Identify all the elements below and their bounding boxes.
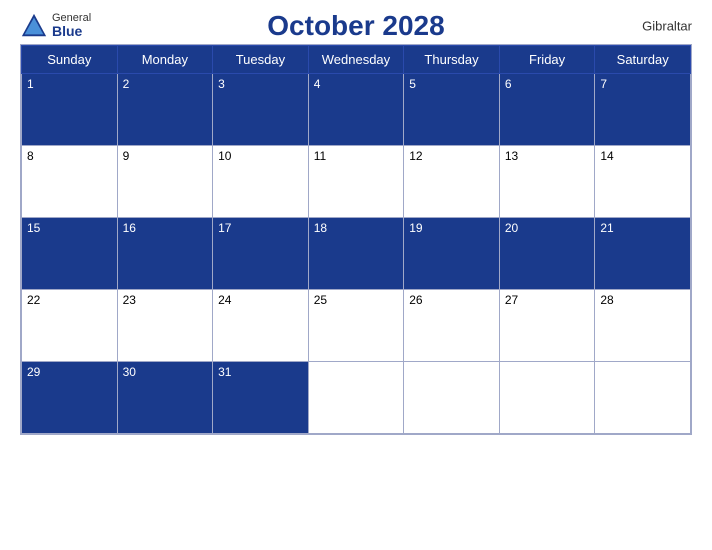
col-sunday: Sunday bbox=[22, 46, 118, 74]
day-number: 31 bbox=[218, 365, 231, 379]
calendar-day-cell: 25 bbox=[308, 290, 404, 362]
day-number: 17 bbox=[218, 221, 231, 235]
calendar-day-cell: 8 bbox=[22, 146, 118, 218]
calendar-day-cell: 6 bbox=[499, 74, 595, 146]
logo: General Blue bbox=[20, 12, 91, 40]
calendar: Sunday Monday Tuesday Wednesday Thursday… bbox=[20, 44, 692, 435]
calendar-header: General Blue October 2028 Gibraltar bbox=[20, 10, 692, 42]
calendar-day-cell: 10 bbox=[213, 146, 309, 218]
day-number: 30 bbox=[123, 365, 136, 379]
calendar-day-cell: 19 bbox=[404, 218, 500, 290]
calendar-day-cell: 13 bbox=[499, 146, 595, 218]
calendar-day-cell: 21 bbox=[595, 218, 691, 290]
calendar-day-cell: 18 bbox=[308, 218, 404, 290]
calendar-day-cell: 31 bbox=[213, 362, 309, 434]
calendar-day-cell: 17 bbox=[213, 218, 309, 290]
calendar-day-cell: 27 bbox=[499, 290, 595, 362]
day-number: 6 bbox=[505, 77, 512, 91]
day-number: 9 bbox=[123, 149, 130, 163]
calendar-week-row: 22 23 24 25 26 27 28 bbox=[22, 290, 691, 362]
calendar-day-cell: 7 bbox=[595, 74, 691, 146]
calendar-day-cell: 29 bbox=[22, 362, 118, 434]
day-number: 13 bbox=[505, 149, 518, 163]
calendar-day-cell: 14 bbox=[595, 146, 691, 218]
calendar-day-cell: 16 bbox=[117, 218, 213, 290]
calendar-day-cell: 1 bbox=[22, 74, 118, 146]
calendar-day-cell: 30 bbox=[117, 362, 213, 434]
col-thursday: Thursday bbox=[404, 46, 500, 74]
day-number: 27 bbox=[505, 293, 518, 307]
col-friday: Friday bbox=[499, 46, 595, 74]
day-number: 1 bbox=[27, 77, 34, 91]
calendar-day-cell: 24 bbox=[213, 290, 309, 362]
calendar-week-row: 15 16 17 18 19 20 21 bbox=[22, 218, 691, 290]
calendar-day-cell: 11 bbox=[308, 146, 404, 218]
day-number: 14 bbox=[600, 149, 613, 163]
day-number: 16 bbox=[123, 221, 136, 235]
day-number: 29 bbox=[27, 365, 40, 379]
day-number: 12 bbox=[409, 149, 422, 163]
day-number: 24 bbox=[218, 293, 231, 307]
calendar-week-row: 1 2 3 4 5 6 7 bbox=[22, 74, 691, 146]
calendar-day-cell: 20 bbox=[499, 218, 595, 290]
general-blue-icon bbox=[20, 12, 48, 40]
calendar-day-cell: 3 bbox=[213, 74, 309, 146]
col-saturday: Saturday bbox=[595, 46, 691, 74]
calendar-day-cell bbox=[404, 362, 500, 434]
calendar-week-row: 29 30 31 bbox=[22, 362, 691, 434]
day-number: 8 bbox=[27, 149, 34, 163]
calendar-day-cell: 15 bbox=[22, 218, 118, 290]
calendar-week-row: 8 9 10 11 12 13 14 bbox=[22, 146, 691, 218]
day-number: 26 bbox=[409, 293, 422, 307]
col-monday: Monday bbox=[117, 46, 213, 74]
calendar-day-cell: 9 bbox=[117, 146, 213, 218]
day-number: 25 bbox=[314, 293, 327, 307]
day-number: 10 bbox=[218, 149, 231, 163]
day-number: 15 bbox=[27, 221, 40, 235]
calendar-day-cell: 23 bbox=[117, 290, 213, 362]
days-of-week-row: Sunday Monday Tuesday Wednesday Thursday… bbox=[22, 46, 691, 74]
day-number: 3 bbox=[218, 77, 225, 91]
country-label: Gibraltar bbox=[642, 19, 692, 34]
day-number: 11 bbox=[314, 149, 326, 163]
calendar-day-cell: 28 bbox=[595, 290, 691, 362]
calendar-day-cell: 12 bbox=[404, 146, 500, 218]
day-number: 7 bbox=[600, 77, 607, 91]
calendar-day-cell: 5 bbox=[404, 74, 500, 146]
calendar-day-cell: 4 bbox=[308, 74, 404, 146]
day-number: 28 bbox=[600, 293, 613, 307]
calendar-day-cell bbox=[308, 362, 404, 434]
day-number: 23 bbox=[123, 293, 136, 307]
col-tuesday: Tuesday bbox=[213, 46, 309, 74]
day-number: 21 bbox=[600, 221, 613, 235]
calendar-day-cell bbox=[595, 362, 691, 434]
logo-blue-text: Blue bbox=[52, 24, 91, 39]
calendar-day-cell: 26 bbox=[404, 290, 500, 362]
day-number: 20 bbox=[505, 221, 518, 235]
calendar-day-cell bbox=[499, 362, 595, 434]
day-number: 4 bbox=[314, 77, 321, 91]
day-number: 5 bbox=[409, 77, 416, 91]
day-number: 18 bbox=[314, 221, 327, 235]
calendar-title: October 2028 bbox=[267, 10, 444, 42]
col-wednesday: Wednesday bbox=[308, 46, 404, 74]
calendar-day-cell: 2 bbox=[117, 74, 213, 146]
day-number: 19 bbox=[409, 221, 422, 235]
calendar-day-cell: 22 bbox=[22, 290, 118, 362]
day-number: 22 bbox=[27, 293, 40, 307]
day-number: 2 bbox=[123, 77, 130, 91]
